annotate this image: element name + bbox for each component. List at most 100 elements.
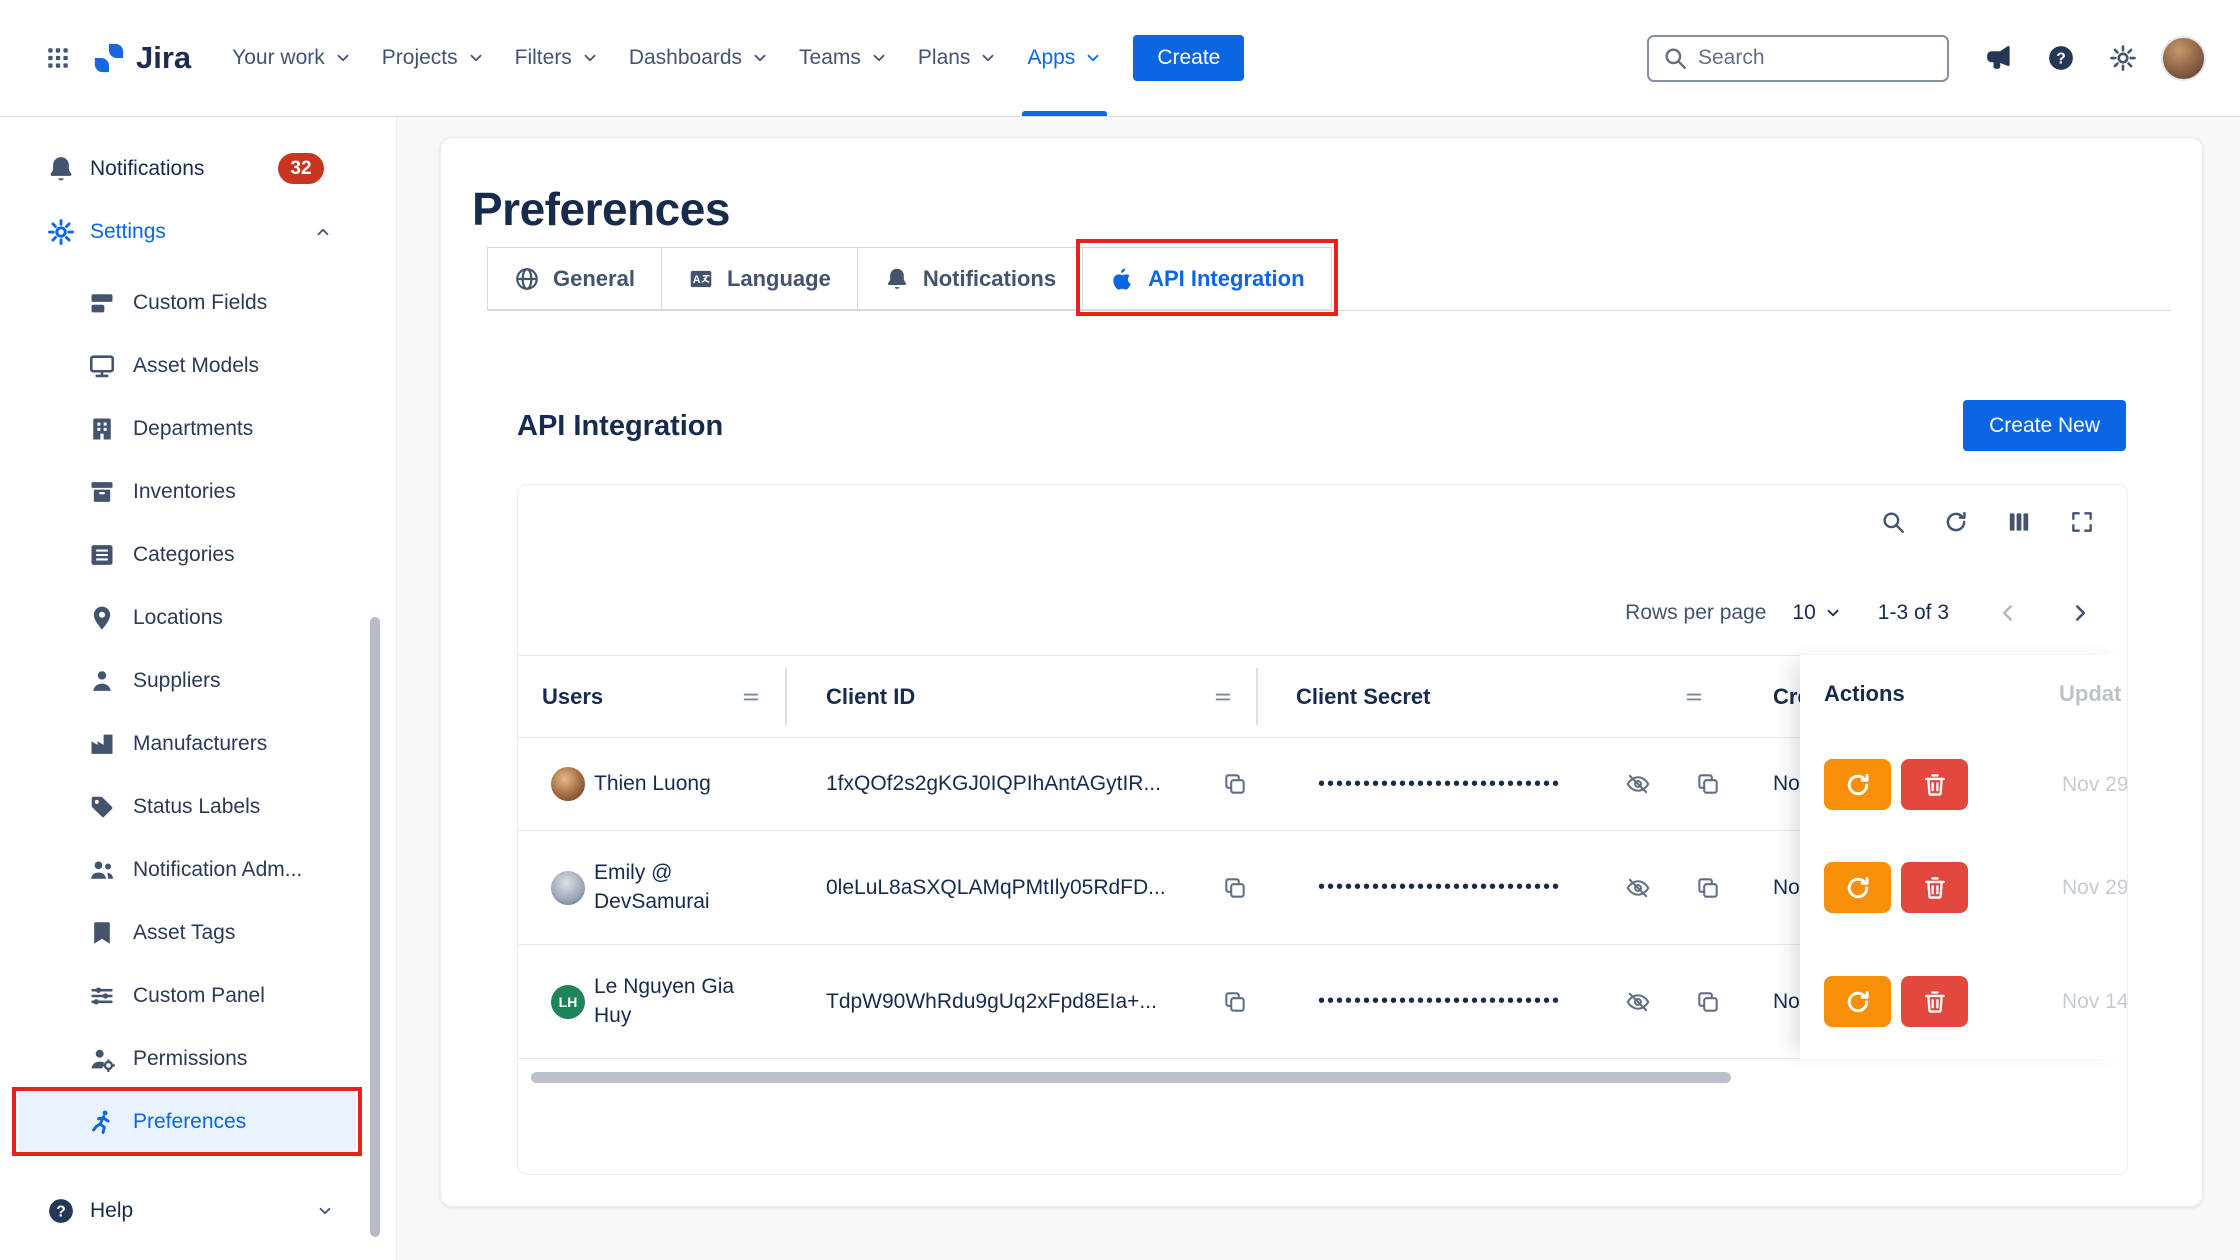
sidebar-item-categories[interactable]: Categories	[0, 523, 396, 586]
nav-item-filters[interactable]: Filters	[500, 0, 614, 116]
sidebar-item-suppliers[interactable]: Suppliers	[0, 649, 396, 712]
user-avatar	[551, 871, 585, 905]
sidebar-item-custom-panel[interactable]: Custom Panel	[0, 964, 396, 1027]
svg-text:?: ?	[2056, 51, 2066, 68]
user-avatar[interactable]	[2161, 36, 2206, 81]
tab-notifications[interactable]: Notifications	[857, 247, 1083, 310]
announcements-button[interactable]	[1975, 34, 2023, 82]
notification-admins-icon	[88, 856, 116, 884]
global-search[interactable]	[1647, 35, 1949, 82]
copy-client-id-button[interactable]	[1222, 989, 1248, 1015]
nav-item-projects[interactable]: Projects	[367, 0, 500, 116]
nav-item-dashboards[interactable]: Dashboards	[614, 0, 784, 116]
nav-item-your-work[interactable]: Your work	[217, 0, 367, 116]
sidebar-item-settings[interactable]: Settings	[0, 200, 396, 263]
copy-icon	[1222, 989, 1248, 1015]
copy-client-id-button[interactable]	[1222, 875, 1248, 901]
sidebar-item-manufacturers[interactable]: Manufacturers	[0, 712, 396, 775]
asset-tags-icon	[88, 919, 116, 947]
tab-language[interactable]: A Language	[661, 247, 858, 310]
row-actions	[1824, 862, 1968, 913]
sidebar-item-label: Locations	[133, 606, 223, 630]
column-header-users[interactable]: Users	[542, 656, 603, 737]
nav-item-plans[interactable]: Plans	[903, 0, 1013, 116]
table-columns-button[interactable]	[2006, 509, 2032, 535]
refresh-icon	[1844, 874, 1872, 902]
tab-api-integration[interactable]: API Integration	[1082, 247, 1331, 310]
sidebar-scrollbar[interactable]	[370, 617, 380, 1237]
sidebar-item-asset-models[interactable]: Asset Models	[0, 334, 396, 397]
apps-grid-icon	[45, 45, 71, 71]
sidebar-item-inventories[interactable]: Inventories	[0, 460, 396, 523]
drag-handle-icon[interactable]	[1212, 686, 1234, 708]
regenerate-token-button[interactable]	[1824, 759, 1891, 810]
nav-item-label: Your work	[232, 46, 325, 70]
sidebar-item-asset-tags[interactable]: Asset Tags	[0, 901, 396, 964]
client-secret-value: •••••••••••••••••••••••••••	[1318, 876, 1561, 899]
horizontal-scrollbar[interactable]	[531, 1072, 1731, 1083]
column-header-client-secret[interactable]: Client Secret	[1296, 656, 1431, 737]
table-fullscreen-button[interactable]	[2069, 509, 2095, 535]
sidebar-item-departments[interactable]: Departments	[0, 397, 396, 460]
sidebar-item-locations[interactable]: Locations	[0, 586, 396, 649]
sidebar-item-preferences[interactable]: Preferences	[18, 1090, 356, 1153]
copy-secret-button[interactable]	[1695, 989, 1721, 1015]
delete-token-button[interactable]	[1901, 759, 1968, 810]
create-button[interactable]: Create	[1133, 35, 1244, 81]
copy-client-id-button[interactable]	[1222, 771, 1248, 797]
delete-token-button[interactable]	[1901, 976, 1968, 1027]
sidebar-item-help[interactable]: ? Help	[0, 1181, 396, 1241]
delete-token-button[interactable]	[1901, 862, 1968, 913]
help-circle-icon: ?	[46, 1196, 76, 1226]
sidebar-item-custom-fields[interactable]: Custom Fields	[0, 271, 396, 334]
regenerate-token-button[interactable]	[1824, 976, 1891, 1027]
copy-secret-button[interactable]	[1695, 771, 1721, 797]
sidebar-item-notifications[interactable]: Notifications 32	[0, 137, 396, 200]
user-name: Thien Luong	[594, 770, 711, 798]
sidebar-item-permissions[interactable]: Permissions	[0, 1027, 396, 1090]
create-new-button[interactable]: Create New	[1963, 400, 2126, 451]
sidebar-item-notification-admins[interactable]: Notification Adm...	[0, 838, 396, 901]
sidebar-item-status-labels[interactable]: Status Labels	[0, 775, 396, 838]
previous-page-button[interactable]	[1995, 600, 2021, 626]
trash-icon	[1921, 771, 1949, 799]
client-id-value: TdpW90WhRdu9gUq2xFpd8EIa+...	[826, 990, 1157, 1014]
nav-item-label: Projects	[382, 46, 458, 70]
table-search-button[interactable]	[1880, 509, 1906, 535]
regenerate-token-button[interactable]	[1824, 862, 1891, 913]
search-icon	[1662, 45, 1688, 71]
client-secret-value: •••••••••••••••••••••••••••	[1318, 990, 1561, 1013]
column-header-client-id[interactable]: Client ID	[826, 656, 915, 737]
drag-handle-icon[interactable]	[1683, 686, 1705, 708]
column-separator[interactable]	[1256, 668, 1258, 725]
nav-item-apps[interactable]: Apps	[1012, 0, 1117, 116]
chevron-down-icon	[334, 49, 352, 67]
actions-column-overlay: Actions Updat Nov 29 Nov 29 Nov 14	[1800, 655, 2127, 1059]
chevron-down-icon	[870, 49, 888, 67]
notifications-badge: 32	[278, 153, 324, 184]
svg-text:?: ?	[56, 1204, 66, 1221]
drag-handle-icon[interactable]	[740, 686, 762, 708]
trash-icon	[1921, 874, 1949, 902]
toggle-secret-button[interactable]	[1625, 989, 1651, 1015]
help-icon: ?	[2046, 43, 2076, 73]
copy-icon	[1222, 771, 1248, 797]
jira-logo[interactable]: Jira	[92, 40, 191, 76]
app-switcher-button[interactable]	[34, 34, 82, 82]
nav-item-teams[interactable]: Teams	[784, 0, 903, 116]
page-size-select[interactable]: 10	[1792, 601, 1841, 625]
copy-secret-button[interactable]	[1695, 875, 1721, 901]
preferences-icon	[88, 1108, 116, 1136]
tab-label: Language	[727, 266, 831, 292]
tab-general[interactable]: General	[487, 247, 662, 310]
megaphone-icon	[1984, 43, 2014, 73]
table-refresh-button[interactable]	[1943, 509, 1969, 535]
help-button[interactable]: ?	[2037, 34, 2085, 82]
toggle-secret-button[interactable]	[1625, 771, 1651, 797]
settings-button[interactable]	[2099, 34, 2147, 82]
toggle-secret-button[interactable]	[1625, 875, 1651, 901]
nav-item-label: Filters	[515, 46, 572, 70]
column-separator[interactable]	[785, 668, 787, 725]
search-input[interactable]	[1698, 46, 1934, 70]
next-page-button[interactable]	[2067, 600, 2093, 626]
